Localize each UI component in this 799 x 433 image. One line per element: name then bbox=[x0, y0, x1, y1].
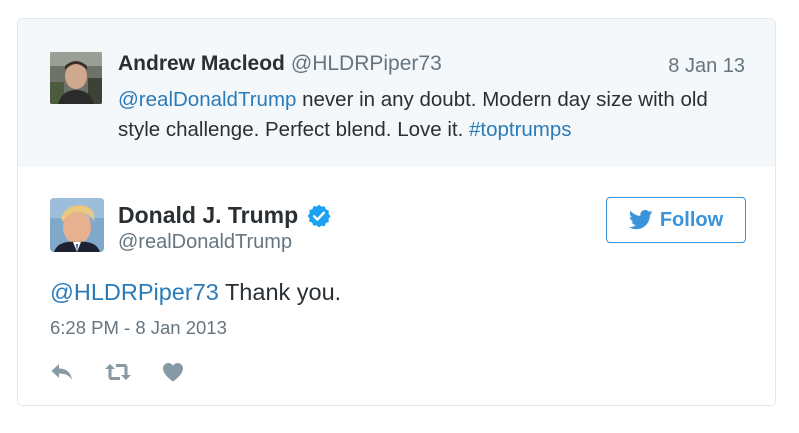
tweet-mention-link[interactable]: @HLDRPiper73 bbox=[50, 279, 219, 305]
context-author-handle[interactable]: @HLDRPiper73 bbox=[291, 52, 442, 75]
tweet-text-body: Thank you. bbox=[218, 279, 342, 305]
tweet-actions bbox=[50, 359, 214, 385]
in-reply-to-tweet[interactable]: Andrew Macleod @HLDRPiper73 8 Jan 13 @rea… bbox=[18, 19, 775, 167]
context-date[interactable]: 8 Jan 13 bbox=[668, 55, 745, 78]
tweet-author-name[interactable]: Donald J. Trump bbox=[118, 202, 332, 229]
tweet-text: @HLDRPiper73 Thank you. bbox=[50, 279, 341, 306]
context-mention-link[interactable]: @realDonaldTrump bbox=[118, 88, 296, 111]
tweet-author-handle[interactable]: @realDonaldTrump bbox=[118, 231, 292, 254]
author-name-text[interactable]: Donald J. Trump bbox=[118, 202, 298, 229]
follow-button[interactable]: Follow bbox=[606, 197, 746, 243]
avatar-image bbox=[50, 52, 102, 104]
follow-button-label: Follow bbox=[659, 208, 724, 231]
context-author[interactable]: Andrew Macleod @HLDRPiper73 bbox=[118, 52, 442, 76]
context-tweet-text: @realDonaldTrump never in any doubt. Mod… bbox=[118, 85, 748, 145]
tweet-timestamp[interactable]: 6:28 PM - 8 Jan 2013 bbox=[50, 317, 227, 339]
avatar[interactable] bbox=[50, 198, 104, 252]
avatar-image bbox=[50, 198, 104, 252]
verified-badge-icon bbox=[306, 203, 332, 229]
twitter-bird-icon bbox=[628, 210, 653, 230]
reply-icon[interactable] bbox=[50, 362, 74, 382]
retweet-icon[interactable] bbox=[104, 362, 132, 382]
like-heart-icon[interactable] bbox=[162, 362, 184, 382]
context-hashtag-link[interactable]: #toptrumps bbox=[469, 118, 572, 141]
avatar[interactable] bbox=[50, 52, 102, 104]
embedded-tweet-card: Andrew Macleod @HLDRPiper73 8 Jan 13 @rea… bbox=[17, 18, 776, 406]
context-author-name[interactable]: Andrew Macleod bbox=[118, 52, 285, 75]
